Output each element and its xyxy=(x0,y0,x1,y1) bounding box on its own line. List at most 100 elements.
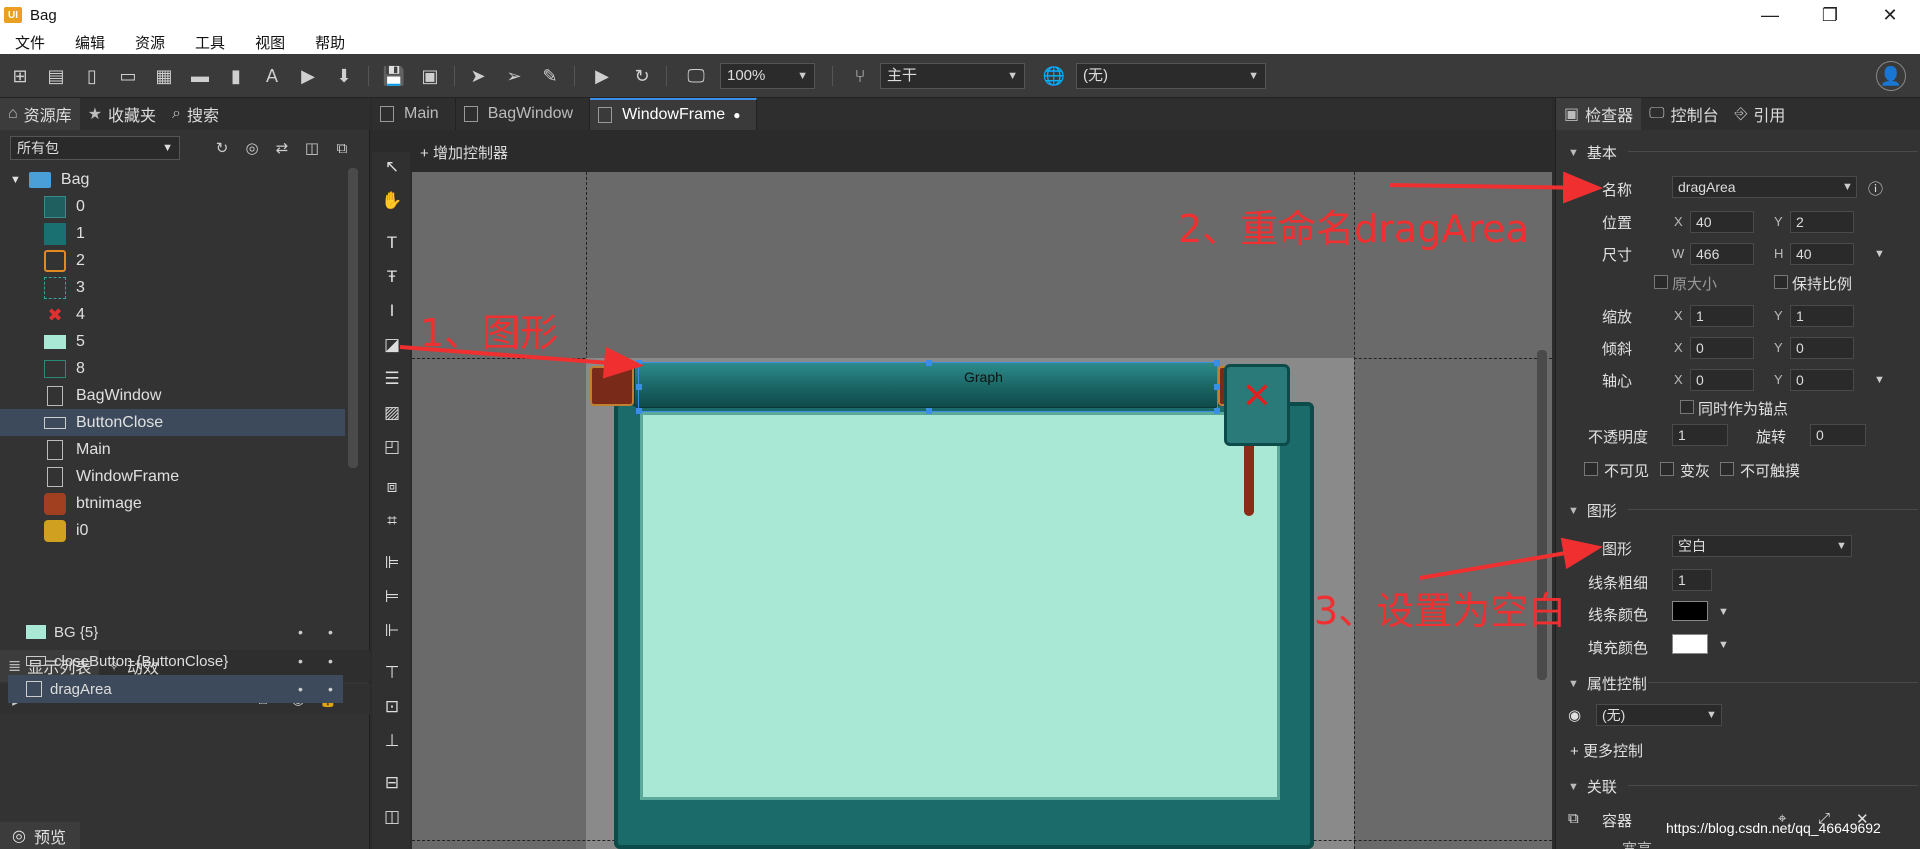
tab-console[interactable]: 🖵 控制台 xyxy=(1641,98,1726,130)
group-icon[interactable]: ⧈ xyxy=(381,476,403,498)
drag-area-selection[interactable]: Graph xyxy=(636,360,1220,414)
save-icon[interactable]: 💾 xyxy=(382,64,406,88)
tab-inspector[interactable]: ▣ 检查器 xyxy=(1556,98,1642,130)
display-item-closebutton[interactable]: closeButton {ButtonClose} • • xyxy=(8,647,343,675)
loader-icon[interactable]: ▨ xyxy=(381,402,403,424)
publish-icon[interactable]: ➤ xyxy=(466,64,490,88)
more-controls-button[interactable]: + 更多控制 xyxy=(1570,740,1643,761)
visibility-dot[interactable]: • xyxy=(298,681,303,697)
resize-handle[interactable] xyxy=(636,408,642,414)
name-field[interactable]: dragArea xyxy=(1672,176,1857,198)
new-bookmark-icon[interactable]: ▯ xyxy=(80,64,104,88)
distribute-v-icon[interactable]: ⊟ xyxy=(381,772,403,794)
line-width-field[interactable]: 1 xyxy=(1672,569,1712,591)
language-select[interactable]: (无) ▼ xyxy=(1076,63,1266,89)
skew-x-field[interactable]: 0 xyxy=(1690,337,1754,359)
tree-item-bagwindow[interactable]: BagWindow xyxy=(0,382,345,409)
rich-text-icon[interactable]: Ŧ xyxy=(381,266,403,288)
opacity-field[interactable]: 1 xyxy=(1672,424,1728,446)
align-middle-icon[interactable]: ⊡ xyxy=(381,696,403,718)
tree-item-4[interactable]: ✖ 4 xyxy=(0,301,345,328)
graph-tool-icon[interactable]: ◪ xyxy=(381,334,403,356)
tree-item-windowframe[interactable]: WindowFrame xyxy=(0,463,345,490)
invisible-checkbox[interactable] xyxy=(1584,462,1598,476)
section-relation[interactable]: ▼ 关联 xyxy=(1568,776,1918,797)
library-scrollbar[interactable] xyxy=(348,168,358,468)
align-top-icon[interactable]: ⊤ xyxy=(381,662,403,684)
close-window-button[interactable]: ✕ xyxy=(1860,0,1920,30)
menu-help[interactable]: 帮助 xyxy=(300,32,360,53)
chevron-down-icon[interactable]: ▼ xyxy=(1874,248,1885,260)
new-progress-icon[interactable]: ▬ xyxy=(188,64,212,88)
position-x-field[interactable]: 40 xyxy=(1690,211,1754,233)
tree-item-btnimage[interactable]: btnimage xyxy=(0,490,345,517)
branch-select[interactable]: 主干 ▼ xyxy=(880,63,1025,89)
new-movieclip-icon[interactable]: ▶ xyxy=(296,64,320,88)
scale-x-field[interactable]: 1 xyxy=(1690,305,1754,327)
fill-color-swatch[interactable] xyxy=(1672,634,1708,654)
screen-preview-icon[interactable]: 🖵 xyxy=(684,64,708,88)
section-property-control[interactable]: ▼ 属性控制 xyxy=(1568,673,1918,694)
grayed-checkbox[interactable] xyxy=(1660,462,1674,476)
display-item-bg[interactable]: BG {5} • • xyxy=(8,618,343,646)
minimize-button[interactable]: — xyxy=(1740,0,1800,30)
refresh-icon[interactable]: ↻ xyxy=(630,64,654,88)
new-component-icon[interactable]: ▤ xyxy=(44,64,68,88)
user-avatar-icon[interactable]: 👤 xyxy=(1876,61,1906,91)
3d-icon[interactable]: ◰ xyxy=(381,436,403,458)
width-field[interactable]: 466 xyxy=(1690,243,1754,265)
new-combo-icon[interactable]: ▦ xyxy=(152,64,176,88)
tree-item-0[interactable]: 0 xyxy=(0,193,345,220)
hand-icon[interactable]: ✋ xyxy=(381,190,403,212)
original-size-checkbox[interactable] xyxy=(1654,275,1668,289)
height-field[interactable]: 40 xyxy=(1790,243,1854,265)
tree-item-2[interactable]: 2 xyxy=(0,247,345,274)
pivot-x-field[interactable]: 0 xyxy=(1690,369,1754,391)
tree-folder-bag[interactable]: ▼ Bag xyxy=(0,166,345,193)
resize-handle[interactable] xyxy=(926,408,932,414)
menu-view[interactable]: 视图 xyxy=(240,32,300,53)
publish-all-icon[interactable]: ➢ xyxy=(502,64,526,88)
new-label-icon[interactable]: A xyxy=(260,64,284,88)
distribute-h-icon[interactable]: ◫ xyxy=(381,806,403,828)
new-button-icon[interactable]: ▭ xyxy=(116,64,140,88)
tab-windowframe[interactable]: WindowFrame ● xyxy=(590,98,758,130)
lock-dot[interactable]: • xyxy=(328,681,333,697)
visibility-dot[interactable]: • xyxy=(298,624,303,640)
keep-ratio-checkbox[interactable] xyxy=(1774,275,1788,289)
zoom-select[interactable]: 100% ▼ xyxy=(720,63,815,89)
display-item-dragarea[interactable]: dragArea • • xyxy=(8,675,343,703)
tree-item-i0[interactable]: i0 xyxy=(0,517,345,544)
new-slider-icon[interactable]: ▮ xyxy=(224,64,248,88)
transform-icon[interactable]: ⌗ xyxy=(381,510,403,532)
chevron-down-icon[interactable]: ▼ xyxy=(1718,606,1729,618)
tab-bagwindow[interactable]: BagWindow xyxy=(456,98,591,130)
rotation-field[interactable]: 0 xyxy=(1810,424,1866,446)
text-icon[interactable]: T xyxy=(381,232,403,254)
list-icon[interactable]: ☰ xyxy=(381,368,403,390)
property-control-select[interactable]: (无) xyxy=(1596,704,1722,726)
resize-handle[interactable] xyxy=(1214,384,1220,390)
untouchable-checkbox[interactable] xyxy=(1720,462,1734,476)
scale-y-field[interactable]: 1 xyxy=(1790,305,1854,327)
refresh-library-icon[interactable]: ↻ xyxy=(212,138,232,158)
graph-type-select[interactable]: 空白 xyxy=(1672,535,1852,557)
chevron-down-icon[interactable]: ▼ xyxy=(1842,181,1853,193)
expand-arrow-icon[interactable]: ▼ xyxy=(10,174,21,186)
resize-handle[interactable] xyxy=(636,360,642,366)
lock-dot[interactable]: • xyxy=(328,624,333,640)
tab-library[interactable]: ⌂ 资源库 xyxy=(0,98,80,130)
info-icon[interactable]: ⓘ xyxy=(1868,178,1883,199)
tab-favorites[interactable]: ★ 收藏夹 xyxy=(80,98,164,130)
line-color-swatch[interactable] xyxy=(1672,601,1708,621)
new-package-icon[interactable]: ⊞ xyxy=(8,64,32,88)
input-text-icon[interactable]: I xyxy=(381,300,403,322)
save-all-icon[interactable]: ▣ xyxy=(418,64,442,88)
lock-dot[interactable]: • xyxy=(328,653,333,669)
resize-handle[interactable] xyxy=(926,360,932,366)
package-filter-select[interactable]: 所有包 ▼ xyxy=(10,136,180,160)
menu-resource[interactable]: 资源 xyxy=(120,32,180,53)
chevron-down-icon[interactable]: ▼ xyxy=(1836,540,1847,552)
section-basic[interactable]: ▼ 基本 xyxy=(1568,142,1918,163)
eye-icon[interactable]: ◉ xyxy=(1568,706,1581,724)
